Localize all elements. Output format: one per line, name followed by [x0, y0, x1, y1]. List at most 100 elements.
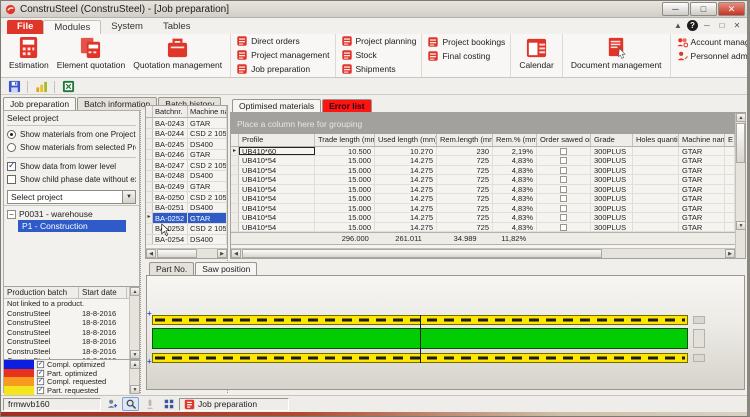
calendar-button[interactable]: Calendar	[515, 35, 558, 76]
scroll-right-icon[interactable]: ▶	[725, 249, 735, 258]
legend-checkbox[interactable]	[37, 387, 44, 394]
ribbon-tab-file[interactable]: File	[7, 20, 43, 34]
column-header[interactable]: Machine name	[679, 134, 725, 146]
production-scrollbar[interactable]: ▲▼	[129, 287, 139, 359]
order-cell[interactable]	[537, 185, 591, 193]
tab-error-list[interactable]: Error list	[322, 99, 371, 112]
column-header[interactable]: Order sawed on len	[537, 134, 591, 146]
scroll-right-icon[interactable]: ▶	[217, 249, 227, 258]
final-costing-button[interactable]: Final costing	[427, 49, 505, 62]
minimize-button[interactable]: ─	[662, 2, 689, 16]
batch-row[interactable]: BA-0245DS400	[146, 139, 227, 150]
order-cell[interactable]	[537, 223, 591, 231]
direct-orders-button[interactable]: Direct orders	[236, 35, 329, 48]
quotation-management-button[interactable]: Quotation management	[129, 35, 226, 76]
column-header[interactable]: Grade	[591, 134, 633, 146]
production-batch-row[interactable]: ConstruSteel18-8-2016	[4, 337, 139, 347]
select-project-dropdown[interactable]: Select project ▼	[7, 190, 136, 204]
project-management-button[interactable]: Project management	[236, 49, 329, 62]
column-header[interactable]: Rem.length (mm)	[437, 134, 493, 146]
production-batch-row[interactable]: ConstruSteel18-8-2016	[4, 309, 139, 319]
column-header[interactable]: Profile	[239, 134, 315, 146]
tab-saw-position[interactable]: Saw position	[195, 262, 257, 276]
order-cell[interactable]	[537, 156, 591, 164]
column-header[interactable]: Start date	[79, 287, 127, 298]
batch-row[interactable]: BA-0254DS400	[146, 235, 227, 246]
search-icon[interactable]	[122, 397, 139, 411]
production-batch-row[interactable]: ConstruSteel18-8-2016	[4, 347, 139, 357]
tab-job-preparation[interactable]: Job preparation	[3, 97, 76, 111]
batch-row[interactable]: BA-0248DS400	[146, 171, 227, 182]
material-row[interactable]: UB410*5415.00014.2757254,83%300PLUSGTAR	[231, 175, 735, 184]
order-sawed-checkbox[interactable]	[560, 148, 567, 155]
production-batch-row[interactable]: ConstruSteel18-8-2016	[4, 318, 139, 328]
column-header[interactable]: Rem.% (mm)	[493, 134, 537, 146]
material-row[interactable]: ▸UB410*6010.50010.2702302,19%300PLUSGTAR	[231, 147, 735, 156]
order-sawed-checkbox[interactable]	[560, 176, 567, 183]
order-cell[interactable]	[537, 204, 591, 212]
material-row[interactable]: UB410*5415.00014.2757254,83%300PLUSGTAR	[231, 223, 735, 232]
batch-row[interactable]: BA-0243GTAR	[146, 118, 227, 129]
child-restore-button[interactable]: □	[716, 21, 728, 30]
radio-one-project[interactable]: Show materials from one Project	[7, 130, 136, 139]
material-row[interactable]: UB410*5415.00014.2757254,83%300PLUSGTAR	[231, 213, 735, 222]
document-management-button[interactable]: Document management	[567, 35, 666, 76]
tab-part-no-[interactable]: Part No.	[149, 262, 194, 275]
scroll-down-icon[interactable]: ▼	[130, 350, 140, 359]
order-sawed-checkbox[interactable]	[560, 186, 567, 193]
order-sawed-checkbox[interactable]	[560, 195, 567, 202]
batch-row[interactable]: ▸BA-0252GTAR	[146, 213, 227, 224]
personnel-administration-button[interactable]: Personnel administration	[676, 49, 750, 62]
scroll-up-icon[interactable]: ▲	[736, 113, 746, 122]
batch-row[interactable]: BA-0244CSD 2 1050	[146, 129, 227, 140]
grid-view-icon[interactable]	[160, 397, 177, 411]
help-icon[interactable]: ?	[687, 20, 698, 31]
column-header[interactable]: Holes quantity	[633, 134, 679, 146]
scroll-up-icon[interactable]: ▲	[130, 360, 140, 369]
order-sawed-checkbox[interactable]	[560, 167, 567, 174]
batch-row[interactable]: BA-0250CSD 2 1050	[146, 192, 227, 203]
order-cell[interactable]	[537, 213, 591, 221]
batch-row[interactable]: BA-0251DS400	[146, 203, 227, 214]
checkbox-child-phase[interactable]: Show child phase date without extra/less…	[7, 175, 136, 184]
project-bookings-button[interactable]: Project bookings	[427, 35, 505, 48]
tab-optimised-materials[interactable]: Optimised materials	[232, 99, 321, 113]
order-cell[interactable]	[537, 166, 591, 174]
collapse-ribbon-icon[interactable]: ▲	[672, 21, 684, 30]
material-row[interactable]: UB410*5415.00014.2757254,83%300PLUSGTAR	[231, 194, 735, 203]
legend-checkbox[interactable]	[37, 378, 44, 385]
material-row[interactable]: UB410*5415.00014.2757254,83%300PLUSGTAR	[231, 185, 735, 194]
order-sawed-checkbox[interactable]	[560, 157, 567, 164]
child-minimize-button[interactable]: ─	[701, 21, 713, 30]
order-sawed-checkbox[interactable]	[560, 214, 567, 221]
scroll-left-icon[interactable]: ◀	[146, 249, 156, 258]
vertical-splitter[interactable]	[140, 110, 144, 393]
column-header[interactable]: Batchnr.	[153, 106, 188, 117]
batch-horizontal-scrollbar[interactable]: ◀▶	[146, 248, 227, 258]
material-row[interactable]: UB410*5415.00014.2757254,83%300PLUSGTAR	[231, 204, 735, 213]
tree-node-root[interactable]: − P0031 - warehouse	[4, 208, 139, 220]
project-planning-button[interactable]: Project planning	[341, 35, 417, 48]
stock-button[interactable]: Stock	[341, 49, 417, 62]
child-close-button[interactable]: ✕	[731, 21, 743, 30]
checkbox-lower-level[interactable]: Show data from lower level	[7, 162, 136, 171]
material-row[interactable]: UB410*5415.00014.2757254,83%300PLUSGTAR	[231, 156, 735, 165]
order-cell[interactable]	[537, 147, 591, 155]
scroll-up-icon[interactable]: ▲	[130, 287, 140, 296]
maximize-button[interactable]: □	[690, 2, 717, 16]
batch-row[interactable]: BA-0253CSD 2 1050	[146, 224, 227, 235]
batch-row[interactable]: BA-0246GTAR	[146, 150, 227, 161]
optimize-button[interactable]	[32, 80, 50, 94]
grouping-bar[interactable]: Place a column here for grouping	[231, 113, 735, 134]
order-sawed-checkbox[interactable]	[560, 205, 567, 212]
radio-selected-projects[interactable]: Show materials from selected Projects	[7, 143, 136, 152]
collapse-icon[interactable]: −	[7, 210, 16, 219]
element-quotation-button[interactable]: Element quotation	[53, 35, 130, 76]
ribbon-tab-tables[interactable]: Tables	[153, 20, 200, 34]
column-header[interactable]: Machine name	[188, 106, 227, 117]
scroll-down-icon[interactable]: ▼	[130, 385, 140, 394]
production-batch-row[interactable]: ConstruSteel18-8-2016	[4, 328, 139, 338]
ribbon-tab-modules[interactable]: Modules	[43, 20, 101, 34]
add-user-icon[interactable]	[103, 397, 120, 411]
batch-row[interactable]: BA-0249GTAR	[146, 182, 227, 193]
